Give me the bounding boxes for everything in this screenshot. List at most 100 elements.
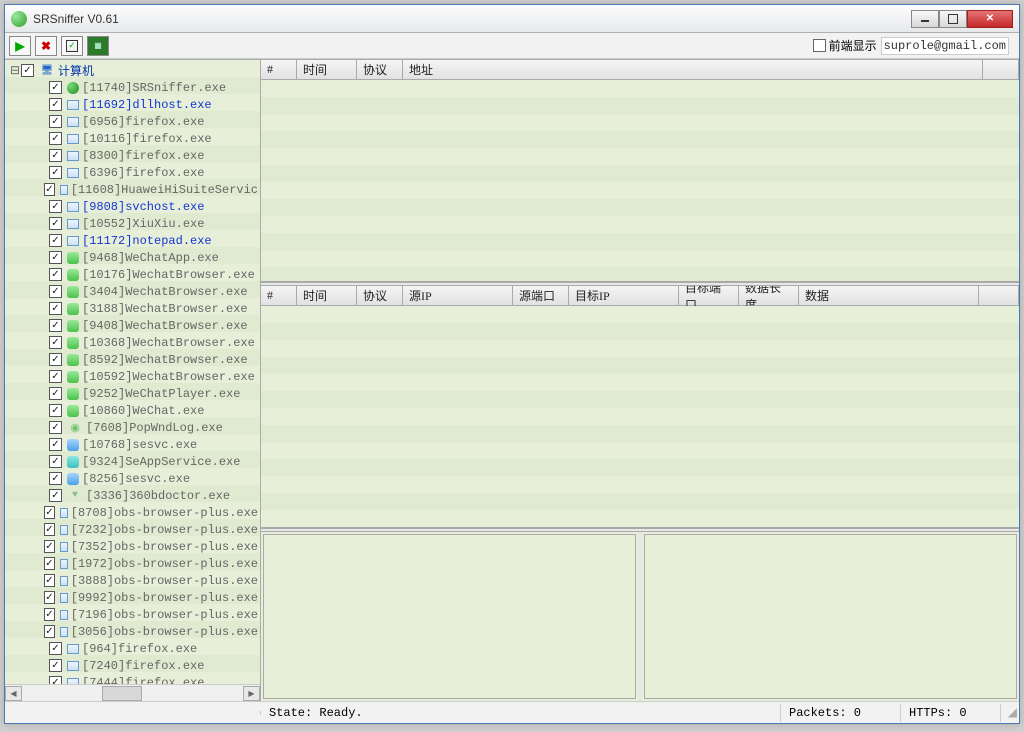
column-header[interactable]: #	[261, 60, 297, 79]
detail-pane-right[interactable]	[644, 534, 1017, 699]
tree-checkbox[interactable]	[49, 455, 62, 468]
request-grid-header[interactable]: #时间协议地址	[261, 60, 1019, 80]
tree-item[interactable]: [9408]WechatBrowser.exe	[7, 317, 258, 334]
tree-item[interactable]: [10368]WechatBrowser.exe	[7, 334, 258, 351]
tree-checkbox[interactable]	[44, 591, 54, 604]
tree-checkbox[interactable]	[49, 234, 62, 247]
tree-checkbox[interactable]	[49, 115, 62, 128]
tree-checkbox[interactable]	[49, 98, 62, 111]
tree-item[interactable]: [7232]obs-browser-plus.exe	[7, 521, 258, 538]
tree-item[interactable]: [9808]svchost.exe	[7, 198, 258, 215]
tree-item[interactable]: [3888]obs-browser-plus.exe	[7, 572, 258, 589]
toggle-checked-button[interactable]	[61, 36, 83, 56]
tree-checkbox[interactable]	[21, 64, 34, 77]
request-grid-body[interactable]	[261, 80, 1019, 281]
tree-item[interactable]: [3336]360bdoctor.exe	[7, 487, 258, 504]
tree-item[interactable]: [7608]PopWndLog.exe	[7, 419, 258, 436]
tree-checkbox[interactable]	[44, 506, 54, 519]
tree-item[interactable]: [9252]WeChatPlayer.exe	[7, 385, 258, 402]
process-tree[interactable]: ⊟ 计算机[11740]SRSniffer.exe[11692]dllhost.e…	[5, 60, 260, 684]
tree-root-node[interactable]: ⊟ 计算机	[7, 62, 258, 79]
column-header[interactable]: 协议	[357, 286, 403, 305]
tree-checkbox[interactable]	[44, 625, 54, 638]
tree-item[interactable]: [3056]obs-browser-plus.exe	[7, 623, 258, 640]
column-header[interactable]: 地址	[403, 60, 983, 79]
tree-item[interactable]: [9324]SeAppService.exe	[7, 453, 258, 470]
tree-item[interactable]: [7196]obs-browser-plus.exe	[7, 606, 258, 623]
column-header[interactable]: 数据	[799, 286, 979, 305]
tree-item[interactable]: [1972]obs-browser-plus.exe	[7, 555, 258, 572]
tree-item[interactable]: [7444]firefox.exe	[7, 674, 258, 684]
tree-checkbox[interactable]	[44, 574, 54, 587]
tree-item[interactable]: [7240]firefox.exe	[7, 657, 258, 674]
tree-checkbox[interactable]	[49, 166, 62, 179]
tree-checkbox[interactable]	[44, 608, 54, 621]
tree-checkbox[interactable]	[49, 285, 62, 298]
column-header[interactable]: 数据长度	[739, 286, 799, 305]
tree-checkbox[interactable]	[49, 438, 62, 451]
expand-icon[interactable]: ⊟	[9, 63, 21, 78]
network-settings-button[interactable]: ▦	[87, 36, 109, 56]
tree-item[interactable]: [9992]obs-browser-plus.exe	[7, 589, 258, 606]
tree-checkbox[interactable]	[49, 642, 62, 655]
tree-checkbox[interactable]	[49, 353, 62, 366]
column-header[interactable]: 目标端口	[679, 286, 739, 305]
tree-item[interactable]: [6396]firefox.exe	[7, 164, 258, 181]
tree-checkbox[interactable]	[49, 489, 62, 502]
splitter-v[interactable]	[638, 532, 642, 701]
tree-checkbox[interactable]	[44, 523, 54, 536]
tree-hscrollbar[interactable]: ◀ ▶	[5, 684, 260, 701]
tree-checkbox[interactable]	[49, 370, 62, 383]
tree-item[interactable]: [8592]WechatBrowser.exe	[7, 351, 258, 368]
column-header[interactable]: 协议	[357, 60, 403, 79]
tree-checkbox[interactable]	[49, 200, 62, 213]
tree-checkbox[interactable]	[49, 251, 62, 264]
tree-item[interactable]: [7352]obs-browser-plus.exe	[7, 538, 258, 555]
tree-item[interactable]: [11740]SRSniffer.exe	[7, 79, 258, 96]
titlebar[interactable]: SRSniffer V0.61	[5, 5, 1019, 33]
tree-item[interactable]: [3404]WechatBrowser.exe	[7, 283, 258, 300]
tree-checkbox[interactable]	[49, 404, 62, 417]
tree-item[interactable]: [10592]WechatBrowser.exe	[7, 368, 258, 385]
tree-checkbox[interactable]	[44, 540, 54, 553]
tree-item[interactable]: [8300]firefox.exe	[7, 147, 258, 164]
packet-grid-body[interactable]	[261, 306, 1019, 527]
stop-capture-button[interactable]: ✖	[35, 36, 57, 56]
tree-checkbox[interactable]	[49, 387, 62, 400]
tree-checkbox[interactable]	[49, 472, 62, 485]
resize-grip-icon[interactable]: ◢	[1001, 703, 1019, 722]
start-capture-button[interactable]: ▶	[9, 36, 31, 56]
tree-item[interactable]: [3188]WechatBrowser.exe	[7, 300, 258, 317]
tree-item[interactable]: [6956]firefox.exe	[7, 113, 258, 130]
tree-item[interactable]: [964]firefox.exe	[7, 640, 258, 657]
tree-checkbox[interactable]	[49, 149, 62, 162]
packet-grid-header[interactable]: #时间协议源IP源端口目标IP目标端口数据长度数据	[261, 286, 1019, 306]
column-header[interactable]: 目标IP	[569, 286, 679, 305]
tree-item[interactable]: [10176]WechatBrowser.exe	[7, 266, 258, 283]
front-display-checkbox[interactable]: 前端显示	[813, 37, 877, 54]
tree-item[interactable]: [11608]HuaweiHiSuiteServic	[7, 181, 258, 198]
tree-item[interactable]: [10860]WeChat.exe	[7, 402, 258, 419]
column-header[interactable]: 源IP	[403, 286, 513, 305]
tree-item[interactable]: [8256]sesvc.exe	[7, 470, 258, 487]
column-header[interactable]: 源端口	[513, 286, 569, 305]
close-button[interactable]	[967, 10, 1013, 28]
tree-checkbox[interactable]	[49, 659, 62, 672]
column-header[interactable]: 时间	[297, 286, 357, 305]
tree-checkbox[interactable]	[49, 319, 62, 332]
tree-item[interactable]: [8708]obs-browser-plus.exe	[7, 504, 258, 521]
tree-item[interactable]: [10552]XiuXiu.exe	[7, 215, 258, 232]
tree-checkbox[interactable]	[49, 336, 62, 349]
tree-root-label[interactable]: 计算机	[58, 62, 94, 79]
tree-checkbox[interactable]	[44, 183, 54, 196]
tree-checkbox[interactable]	[49, 217, 62, 230]
tree-item[interactable]: [10768]sesvc.exe	[7, 436, 258, 453]
detail-pane-left[interactable]	[263, 534, 636, 699]
column-header[interactable]: #	[261, 286, 297, 305]
tree-item[interactable]: [9468]WeChatApp.exe	[7, 249, 258, 266]
maximize-button[interactable]	[939, 10, 967, 28]
tree-item[interactable]: [11692]dllhost.exe	[7, 96, 258, 113]
minimize-button[interactable]	[911, 10, 939, 28]
column-header[interactable]: 时间	[297, 60, 357, 79]
tree-item[interactable]: [11172]notepad.exe	[7, 232, 258, 249]
